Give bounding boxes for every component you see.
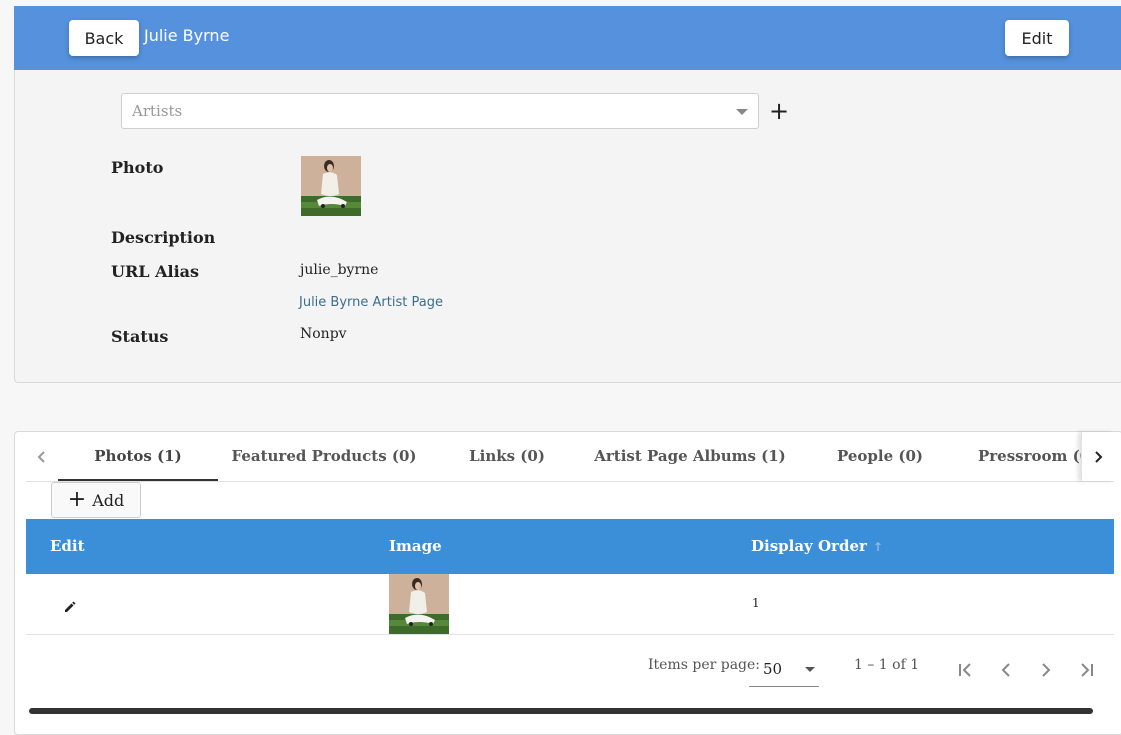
chevron-left-icon <box>37 450 45 463</box>
status-label: Status <box>111 327 169 346</box>
page-title: Julie Byrne <box>144 26 230 45</box>
artist-photo <box>301 156 361 216</box>
add-artist-button[interactable]: + <box>769 99 789 123</box>
add-photo-button[interactable]: + Add <box>51 482 141 518</box>
tab-featured-products[interactable]: Featured Products (0) <box>231 432 416 480</box>
plus-icon: + <box>67 487 87 512</box>
artist-page-link[interactable]: Julie Byrne Artist Page <box>299 295 443 310</box>
chevron-right-icon <box>1042 663 1051 677</box>
description-label: Description <box>111 228 216 247</box>
sort-ascending-icon: ↑ <box>872 540 883 554</box>
url-alias-value: julie_byrne <box>300 262 379 278</box>
tab-artist-page-albums[interactable]: Artist Page Albums (1) <box>594 432 786 480</box>
url-alias-label: URL Alias <box>111 262 200 281</box>
last-page-button[interactable] <box>1076 660 1096 680</box>
display-order-label: Display Order <box>751 537 867 555</box>
row-image <box>389 574 449 634</box>
artists-placeholder: Artists <box>132 102 183 120</box>
first-page-icon <box>959 663 971 677</box>
related-panel: Photos (1) Featured Products (0) Links (… <box>14 431 1121 735</box>
pencil-icon <box>65 601 76 612</box>
pagination-range: 1 – 1 of 1 <box>854 657 920 673</box>
items-per-page-label: Items per page: <box>648 657 761 673</box>
tab-bar: Photos (1) Featured Products (0) Links (… <box>26 432 1114 482</box>
items-per-page-value: 50 <box>763 660 783 678</box>
last-page-icon <box>1081 663 1093 677</box>
items-per-page-select[interactable]: 50 <box>749 652 819 687</box>
edit-row-button[interactable] <box>64 598 76 617</box>
tabs: Photos (1) Featured Products (0) Links (… <box>58 432 1082 481</box>
table-row: 1 <box>26 574 1114 635</box>
status-value: Nonpv <box>300 326 347 342</box>
chevron-left-icon <box>1001 663 1010 677</box>
column-header-image: Image <box>389 537 442 555</box>
tab-pressroom[interactable]: Pressroom (0) <box>978 432 1082 480</box>
tab-people[interactable]: People (0) <box>830 432 930 480</box>
header-bar: Back Julie Byrne Edit <box>14 6 1121 70</box>
artists-select[interactable]: Artists <box>121 93 759 129</box>
first-page-button[interactable] <box>956 660 976 680</box>
add-label: Add <box>92 490 125 510</box>
tab-links[interactable]: Links (0) <box>463 432 551 480</box>
edit-button[interactable]: Edit <box>1005 20 1069 56</box>
chevron-right-icon <box>1095 450 1103 463</box>
column-header-edit: Edit <box>50 537 85 555</box>
detail-card: Artists + Photo Description URL Alias ju… <box>14 70 1121 383</box>
previous-page-button[interactable] <box>996 660 1016 680</box>
back-button[interactable]: Back <box>69 20 139 56</box>
display-order-value: 1 <box>752 596 760 610</box>
next-page-button[interactable] <box>1036 660 1056 680</box>
tabs-scroll-right-button[interactable] <box>1081 432 1114 481</box>
column-header-display-order[interactable]: Display Order ↑ <box>751 537 883 555</box>
chevron-down-icon <box>805 667 815 672</box>
horizontal-scrollbar[interactable] <box>29 708 1093 714</box>
tab-photos[interactable]: Photos (1) <box>58 432 218 481</box>
photo-label: Photo <box>111 158 164 177</box>
tabs-scroll-left-button[interactable] <box>26 432 58 481</box>
chevron-down-icon <box>736 109 748 115</box>
table-header: Edit Image Display Order ↑ <box>26 519 1114 574</box>
